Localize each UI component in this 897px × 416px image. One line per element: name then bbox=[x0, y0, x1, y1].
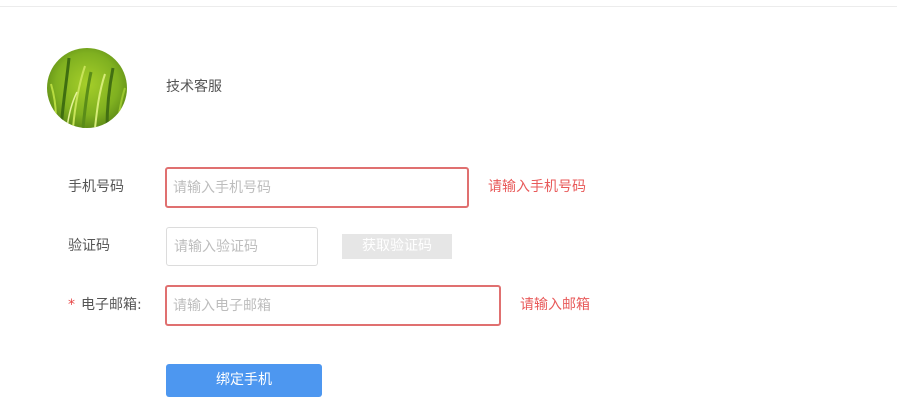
get-verification-code-button[interactable]: 获取验证码 bbox=[342, 234, 452, 259]
phone-input[interactable] bbox=[165, 167, 469, 208]
avatar bbox=[47, 48, 127, 128]
email-input[interactable] bbox=[165, 285, 501, 326]
code-label: 验证码 bbox=[68, 238, 110, 254]
bind-phone-page: 技术客服 手机号码 请输入手机号码 验证码 获取验证码 * 电子邮箱: 请输入邮箱… bbox=[0, 0, 897, 416]
required-mark: * bbox=[68, 297, 75, 313]
header-divider bbox=[0, 6, 897, 7]
grass-photo-avatar-icon bbox=[47, 48, 127, 128]
email-error-message: 请输入邮箱 bbox=[520, 297, 590, 313]
username: 技术客服 bbox=[166, 79, 222, 95]
email-label-row: * 电子邮箱: bbox=[68, 296, 142, 314]
phone-error-message: 请输入手机号码 bbox=[488, 179, 586, 195]
email-label: 电子邮箱: bbox=[81, 297, 142, 313]
phone-label: 手机号码 bbox=[68, 179, 124, 195]
bind-phone-button[interactable]: 绑定手机 bbox=[166, 364, 322, 397]
verification-code-input[interactable] bbox=[166, 227, 318, 266]
